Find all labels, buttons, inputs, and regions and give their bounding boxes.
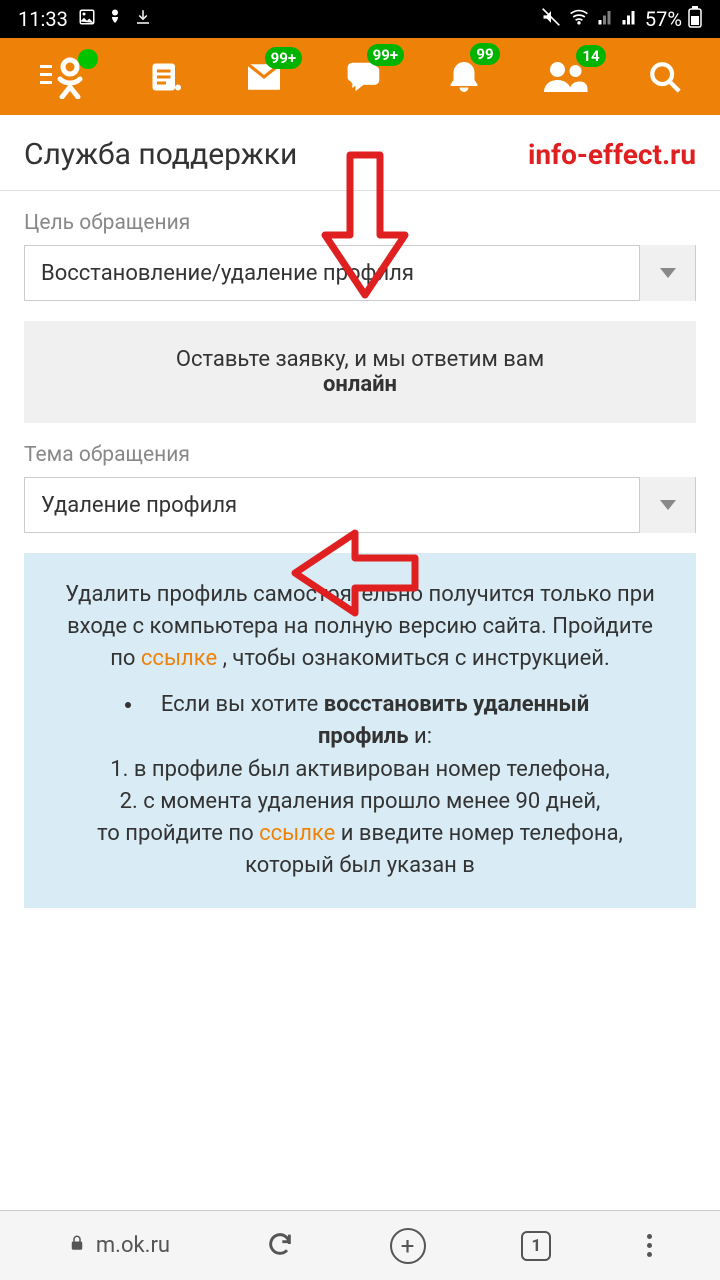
annotation-arrow-down-icon (320, 150, 410, 300)
notice-line2: онлайн (323, 372, 397, 397)
status-time: 11:33 (18, 7, 68, 31)
chevron-down-icon (639, 245, 695, 301)
url-area[interactable]: m.ok.ru (68, 1233, 170, 1258)
lock-icon (68, 1233, 86, 1258)
friends-button[interactable]: 14 (542, 59, 588, 95)
messages-badge: 99+ (265, 47, 302, 69)
topic-select[interactable]: Удаление профиля (24, 477, 696, 533)
download-icon (134, 7, 152, 31)
notice-line1: Оставьте заявку, и мы ответим вам (176, 347, 544, 372)
tabs-button[interactable]: 1 (521, 1231, 551, 1261)
annotation-arrow-left-icon (290, 528, 420, 618)
wifi-icon (567, 7, 591, 32)
feed-button[interactable] (148, 59, 184, 95)
notifications-button[interactable]: 99 (446, 57, 482, 97)
browser-bar: m.ok.ru + 1 (0, 1210, 720, 1280)
battery-text: 57% (645, 7, 682, 31)
app-icon (106, 7, 124, 32)
page-title: Служба поддержки (24, 137, 297, 172)
reload-button[interactable] (266, 1230, 294, 1262)
bullet-list: Если вы хотите восстановить удаленный пр… (54, 689, 666, 753)
status-bar: 11:33 57% (0, 0, 720, 38)
status-left: 11:33 (18, 7, 152, 32)
picture-icon (78, 7, 96, 31)
online-dot-icon (78, 49, 98, 69)
instruction-link[interactable]: ссылке (141, 646, 217, 671)
numbered-2: 2. с момента удаления прошло менее 90 дн… (54, 786, 666, 818)
status-right: 57% (541, 6, 702, 33)
info-text-2: , чтобы ознакомиться с инструкцией. (217, 646, 610, 671)
mute-icon (541, 7, 561, 32)
topic-label: Тема обращения (24, 443, 696, 467)
url-text: m.ok.ru (96, 1233, 170, 1258)
battery-icon (688, 6, 702, 33)
notifications-badge: 99 (470, 43, 500, 65)
discussions-button[interactable]: 99+ (344, 58, 386, 96)
signal1-icon (597, 7, 615, 31)
topic-section: Тема обращения Удаление профиля (0, 423, 720, 533)
friends-badge: 14 (576, 45, 606, 67)
messages-button[interactable]: 99+ (244, 61, 284, 93)
discussions-badge: 99+ (367, 44, 404, 66)
search-button[interactable] (648, 60, 682, 94)
numbered-1: 1. в профиле был активирован номер телеф… (54, 754, 666, 786)
menu-button[interactable] (647, 1234, 652, 1257)
info-text-3: то пройдите по (97, 821, 259, 846)
menu-logo-button[interactable] (38, 55, 88, 99)
watermark-text: info-effect.ru (528, 138, 696, 171)
topic-value: Удаление профиля (25, 493, 639, 518)
new-tab-button[interactable]: + (390, 1228, 426, 1264)
app-header: 99+ 99+ 99 14 (0, 38, 720, 115)
list-item: Если вы хотите восстановить удаленный пр… (144, 689, 666, 753)
chevron-down-icon (639, 477, 695, 533)
notice-box: Оставьте заявку, и мы ответим вам онлайн (24, 321, 696, 423)
signal2-icon (621, 7, 639, 31)
restore-link[interactable]: ссылке (259, 821, 335, 846)
